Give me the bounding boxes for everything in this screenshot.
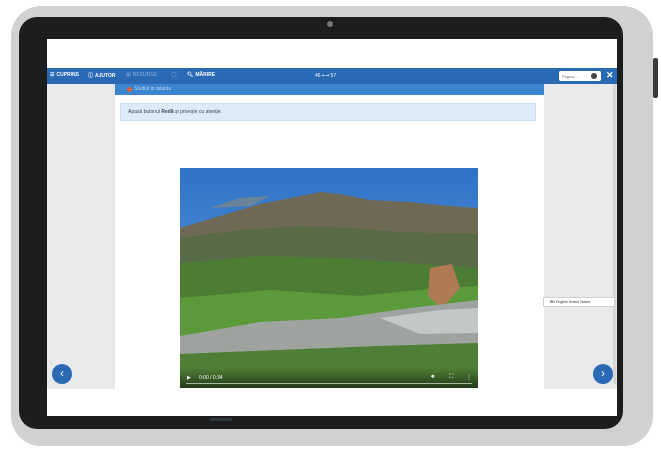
previous-page-button[interactable]: ‹ [52,364,72,384]
camera [327,21,333,27]
video-time: 0:00 / 0:34 [199,375,223,381]
menu-icon: ☰ [50,72,55,78]
fullscreen-button[interactable]: ◯ [171,72,177,78]
video-frame-landscape [180,168,478,388]
magnify-icon: 🔍︎ [187,72,194,78]
scrollbar[interactable] [613,84,616,384]
next-page-button[interactable]: › [593,364,613,384]
magnify-label: MĂRIRE [195,72,216,78]
page-search [559,71,601,81]
video-progress-bar[interactable] [186,383,472,384]
search-icon[interactable] [591,73,597,79]
volume-icon[interactable]: 🔊︎ [431,374,435,381]
screen: ☰ CUPRINS ⓘ AJUTOR ▤ RESURSE ◯ 🔍︎ MĂRIRE… [47,39,617,416]
section-header: Studiul in talanta [115,84,544,95]
instruction-box: Apasă butonul Redă și privește cu atenți… [120,103,536,121]
video-player[interactable]: ▶ 0:00 / 0:34 🔊︎ ⛶ ⋮ [180,168,478,388]
resources-button[interactable]: ▤ RESURSE [126,72,157,78]
contents-button[interactable]: ☰ CUPRINS [50,72,79,78]
instruction-prefix: Apasă butonul [128,109,160,115]
right-gutter [544,84,617,389]
resources-label: RESURSE [132,72,157,78]
instruction-play-word: Redă [161,109,174,115]
fullscreen-icon[interactable]: ⛶ [449,374,453,381]
video-controls: ▶ 0:00 / 0:34 🔊︎ ⛶ ⋮ [180,368,478,388]
side-button [653,58,658,98]
help-button[interactable]: ⓘ AJUTOR [88,72,116,80]
home-indicator [210,418,232,421]
section-title: Studiul in talanta [134,86,171,92]
page-search-input[interactable] [562,73,584,79]
resources-icon: ▤ [126,72,131,78]
left-gutter [47,84,115,389]
circle-icon: ◯ [171,72,177,78]
magnify-button[interactable]: 🔍︎ MĂRIRE [187,72,215,78]
contents-label: CUPRINS [56,72,79,78]
instruction-suffix: și privește cu atenție. [175,109,222,115]
more-options-icon[interactable]: ⋮ [466,374,472,381]
play-icon[interactable]: ▶ [187,375,191,381]
language-select[interactable]: EN English United States ⇕ [543,297,615,307]
chevron-left-icon: ‹ [60,366,64,380]
page-indicator: 46 ⟷ 57 [315,73,337,79]
chevron-down-icon: ⇕ [550,299,554,304]
section-icon [127,86,132,92]
help-label: AJUTOR [95,72,116,79]
chevron-right-icon: › [601,366,605,380]
toolbar: ☰ CUPRINS ⓘ AJUTOR ▤ RESURSE ◯ 🔍︎ MĂRIRE… [47,68,617,84]
lesson-content: Studiul in talanta Apasă butonul Redă și… [115,84,544,389]
help-icon: ⓘ [88,73,94,79]
close-icon[interactable]: ✕ [606,71,614,80]
